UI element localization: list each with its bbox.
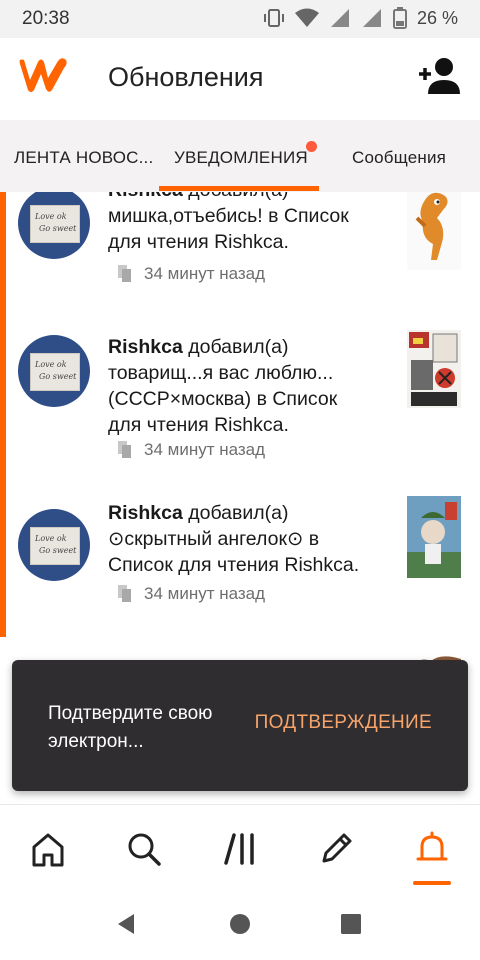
unread-indicator bbox=[0, 192, 6, 312]
timestamp-row: 34 минут назад bbox=[118, 584, 265, 604]
story-cover-thumbnail[interactable] bbox=[407, 192, 461, 270]
system-navigation-bar bbox=[0, 900, 480, 960]
search-icon[interactable] bbox=[124, 829, 164, 869]
vibrate-icon bbox=[263, 9, 284, 27]
library-icon[interactable] bbox=[220, 829, 260, 869]
copy-icon bbox=[118, 265, 131, 282]
status-icons: 26 % bbox=[263, 7, 458, 29]
story-cover-thumbnail[interactable] bbox=[407, 330, 461, 408]
signal-icon bbox=[330, 9, 349, 27]
copy-icon bbox=[118, 585, 131, 602]
back-icon[interactable] bbox=[114, 912, 138, 936]
status-time: 20:38 bbox=[22, 8, 70, 29]
avatar-image: Love ok Go sweet bbox=[30, 205, 80, 243]
active-tab-indicator bbox=[159, 186, 319, 191]
copy-icon bbox=[118, 441, 131, 458]
write-icon[interactable] bbox=[316, 829, 356, 869]
tab-messages[interactable]: Сообщения bbox=[352, 148, 446, 168]
wattpad-logo-icon[interactable] bbox=[16, 56, 68, 94]
tab-notifications[interactable]: УВЕДОМЛЕНИЯ bbox=[174, 148, 308, 168]
status-bar: 20:38 26 % bbox=[0, 0, 480, 38]
tab-bar: ЛЕНТА НОВОС... УВЕДОМЛЕНИЯ Сообщения bbox=[0, 120, 480, 192]
avatar[interactable]: Love ok Go sweet bbox=[18, 192, 90, 259]
notification-item[interactable]: Love ok Go sweet Rishkca добавил(а) товар… bbox=[0, 312, 480, 485]
signal-icon-2 bbox=[362, 9, 381, 27]
user-name[interactable]: Rishkca bbox=[108, 192, 183, 201]
unread-indicator bbox=[0, 312, 6, 484]
notification-item[interactable]: Love okGo sweet Rishkca добавил(а) мишка… bbox=[0, 192, 480, 313]
tab-news-feed[interactable]: ЛЕНТА НОВОС... bbox=[14, 148, 153, 168]
user-name[interactable]: Rishkca bbox=[108, 502, 183, 524]
timestamp-row: 34 минут назад bbox=[118, 440, 265, 460]
add-user-icon[interactable] bbox=[416, 56, 462, 96]
notification-text: Rishkca добавил(а) ⊙скрытный ангелок⊙ в … bbox=[108, 502, 360, 576]
timestamp-row: 34 минут назад bbox=[118, 264, 265, 284]
page-title: Обновления bbox=[108, 62, 264, 92]
active-nav-indicator bbox=[413, 881, 451, 885]
bottom-navigation bbox=[0, 804, 480, 901]
avatar-image: Love ok Go sweet bbox=[30, 527, 80, 565]
battery-icon bbox=[392, 7, 407, 29]
notification-text: Rishkca добавил(а) мишка,отъебись! в Спи… bbox=[108, 192, 394, 255]
notification-item[interactable]: Love ok Go sweet Rishkca добавил(а) ⊙скры… bbox=[0, 484, 480, 638]
unread-dot bbox=[306, 141, 317, 152]
notification-text: Rishkca добавил(а) товарищ...я вас люблю… bbox=[108, 336, 338, 436]
story-cover-thumbnail[interactable] bbox=[407, 496, 461, 578]
user-name[interactable]: Rishkca bbox=[108, 336, 183, 358]
notifications-icon[interactable] bbox=[412, 829, 452, 869]
avatar[interactable]: Love ok Go sweet bbox=[18, 335, 90, 407]
avatar[interactable]: Love ok Go sweet bbox=[18, 509, 90, 581]
avatar-image: Love ok Go sweet bbox=[30, 353, 80, 391]
home-circle-icon[interactable] bbox=[229, 913, 251, 935]
confirm-email-button[interactable]: ПОДТВЕРЖДЕНИЕ bbox=[255, 712, 432, 734]
unread-indicator bbox=[0, 484, 6, 637]
app-bar: Обновления bbox=[0, 38, 480, 120]
snackbar-message: Подтвердите свою электрон... bbox=[48, 703, 213, 752]
wifi-icon bbox=[294, 8, 319, 27]
battery-percent: 26 % bbox=[416, 7, 458, 28]
home-icon[interactable] bbox=[28, 829, 68, 869]
recents-icon[interactable] bbox=[340, 913, 362, 935]
email-confirm-snackbar: Подтвердите свою электрон... ПОДТВЕРЖДЕН… bbox=[12, 660, 468, 791]
